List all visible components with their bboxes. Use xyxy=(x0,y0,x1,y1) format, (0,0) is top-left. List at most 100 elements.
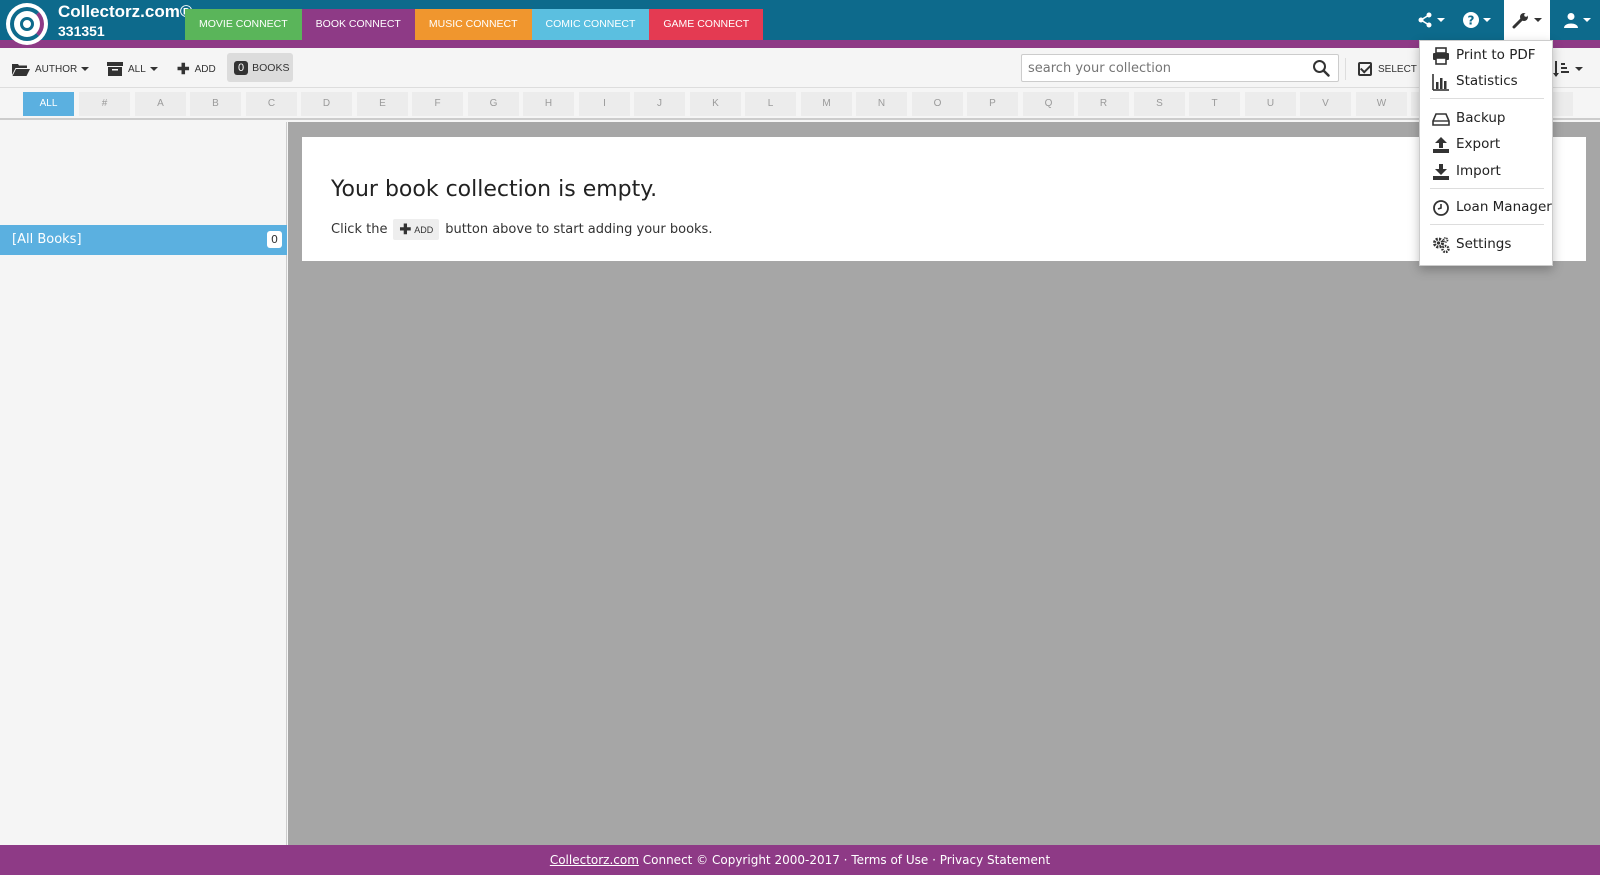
letter-filter-m[interactable]: M xyxy=(801,92,852,116)
user-icon xyxy=(1564,13,1578,28)
letter-filter-p[interactable]: P xyxy=(967,92,1018,116)
menu-item-label: Backup xyxy=(1456,110,1506,126)
search-input[interactable] xyxy=(1022,55,1302,81)
menu-item-print-pdf[interactable]: Print to PDF xyxy=(1420,42,1554,68)
archive-box-icon xyxy=(107,62,123,76)
folder-open-icon xyxy=(12,64,30,76)
inline-add-button: ✚ ADD xyxy=(393,219,440,240)
checkbox-icon xyxy=(1358,62,1372,76)
letter-filter-h[interactable]: H xyxy=(523,92,574,116)
menu-item-backup[interactable]: Backup xyxy=(1420,105,1554,131)
empty-collection-panel: Your book collection is empty. Click the… xyxy=(302,137,1586,261)
author-folder-label: AUTHOR xyxy=(35,63,78,75)
add-button[interactable]: ✚ ADD xyxy=(177,58,216,80)
tools-dropdown-menu: Print to PDF Statistics Backup Export Im… xyxy=(1419,40,1553,266)
letter-filter-r[interactable]: R xyxy=(1078,92,1129,116)
sidebar-item-count: 0 xyxy=(267,231,282,248)
printer-icon xyxy=(1433,47,1449,65)
user-menu-button[interactable] xyxy=(1554,0,1600,40)
menu-divider xyxy=(1430,98,1544,99)
empty-title: Your book collection is empty. xyxy=(331,177,658,202)
select-label: SELECT xyxy=(1378,63,1417,75)
letter-filter-l[interactable]: L xyxy=(745,92,796,116)
menu-item-label: Print to PDF xyxy=(1456,47,1536,63)
sidebar-item-all-books[interactable]: [All Books] 0 xyxy=(0,225,287,255)
books-count-button[interactable]: 0 BOOKS xyxy=(227,53,293,82)
letter-filter-f[interactable]: F xyxy=(412,92,463,116)
letter-filter-c[interactable]: C xyxy=(246,92,297,116)
chevron-down-icon xyxy=(1534,18,1542,22)
collection-status-button[interactable]: ALL xyxy=(107,58,158,80)
menu-item-export[interactable]: Export xyxy=(1420,131,1554,157)
share-icon xyxy=(1418,12,1432,28)
menu-item-label: Export xyxy=(1456,136,1501,152)
menu-item-statistics[interactable]: Statistics xyxy=(1420,68,1554,94)
letter-filter-s[interactable]: S xyxy=(1134,92,1185,116)
chevron-down-icon xyxy=(1583,18,1591,22)
letter-filter-a[interactable]: A xyxy=(135,92,186,116)
tab-comic-connect[interactable]: COMIC CONNECT xyxy=(531,9,650,40)
letter-filter-q[interactable]: Q xyxy=(1023,92,1074,116)
help-icon: ? xyxy=(1463,12,1479,28)
wrench-icon xyxy=(1512,13,1528,29)
menu-item-label: Loan Manager xyxy=(1456,199,1552,215)
accent-strip xyxy=(0,40,1600,48)
search-box xyxy=(1021,54,1339,82)
upload-icon xyxy=(1433,137,1449,153)
letter-filter-e[interactable]: E xyxy=(357,92,408,116)
menu-item-loan-manager[interactable]: Loan Manager xyxy=(1420,194,1554,220)
chevron-down-icon xyxy=(1437,18,1445,22)
menu-item-settings[interactable]: Settings xyxy=(1420,231,1554,257)
letter-filter-all[interactable]: ALL xyxy=(23,92,74,116)
footer-separator: · xyxy=(932,853,936,867)
alphabet-filter-bar: ALL # A B C D E F G H I J K L M N O P Q … xyxy=(0,89,1600,120)
footer-copyright: Connect © Copyright 2000-2017 · xyxy=(642,853,848,867)
share-menu-button[interactable] xyxy=(1408,0,1454,40)
letter-filter-w[interactable]: W xyxy=(1356,92,1407,116)
footer-privacy-link[interactable]: Privacy Statement xyxy=(940,853,1050,867)
chevron-down-icon xyxy=(1575,67,1583,71)
footer-terms-link[interactable]: Terms of Use xyxy=(851,853,928,867)
menu-divider xyxy=(1430,224,1544,225)
brand[interactable]: Collectorz.com® 331351 xyxy=(58,2,192,40)
letter-filter-j[interactable]: J xyxy=(634,92,685,116)
letter-filter-g[interactable]: G xyxy=(468,92,519,116)
chevron-down-icon xyxy=(81,67,90,71)
letter-filter-b[interactable]: B xyxy=(190,92,241,116)
letter-filter-n[interactable]: N xyxy=(856,92,907,116)
select-button[interactable]: SELECT xyxy=(1345,58,1417,80)
letter-filter-hash[interactable]: # xyxy=(79,92,130,116)
help-menu-button[interactable]: ? xyxy=(1454,0,1500,40)
add-label: ADD xyxy=(194,63,216,75)
letter-filter-d[interactable]: D xyxy=(301,92,352,116)
search-icon[interactable] xyxy=(1312,59,1330,77)
plus-icon: ✚ xyxy=(399,221,412,237)
letter-filter-u[interactable]: U xyxy=(1245,92,1296,116)
letter-filter-t[interactable]: T xyxy=(1189,92,1240,116)
tab-book-connect[interactable]: BOOK CONNECT xyxy=(301,9,415,40)
bar-chart-icon xyxy=(1432,74,1449,91)
inline-add-label: ADD xyxy=(414,224,434,235)
tab-movie-connect[interactable]: MOVIE CONNECT xyxy=(185,9,302,40)
plus-icon: ✚ xyxy=(177,61,190,78)
tab-music-connect[interactable]: MUSIC CONNECT xyxy=(414,9,532,40)
author-folder-button[interactable]: AUTHOR xyxy=(12,58,90,80)
chevron-down-icon xyxy=(1483,18,1491,22)
menu-item-import[interactable]: Import xyxy=(1420,158,1554,184)
letter-filter-k[interactable]: K xyxy=(690,92,741,116)
footer: Collectorz.com Connect © Copyright 2000-… xyxy=(0,845,1600,875)
letter-filter-i[interactable]: I xyxy=(579,92,630,116)
tab-game-connect[interactable]: GAME CONNECT xyxy=(649,9,764,40)
collectorz-logo-icon[interactable] xyxy=(6,3,48,45)
connect-tabs: MOVIE CONNECT BOOK CONNECT MUSIC CONNECT… xyxy=(185,9,764,40)
account-number: 331351 xyxy=(58,23,105,39)
footer-collectorz-link[interactable]: Collectorz.com xyxy=(550,853,639,867)
sort-button[interactable] xyxy=(1553,58,1583,80)
letter-filter-v[interactable]: V xyxy=(1300,92,1351,116)
clock-icon xyxy=(1433,200,1449,216)
letter-filter-o[interactable]: O xyxy=(912,92,963,116)
tools-menu-button[interactable] xyxy=(1504,0,1550,40)
folder-sidebar: [All Books] 0 xyxy=(0,122,287,845)
books-count-badge: 0 xyxy=(234,60,249,75)
menu-item-label: Import xyxy=(1456,163,1501,179)
